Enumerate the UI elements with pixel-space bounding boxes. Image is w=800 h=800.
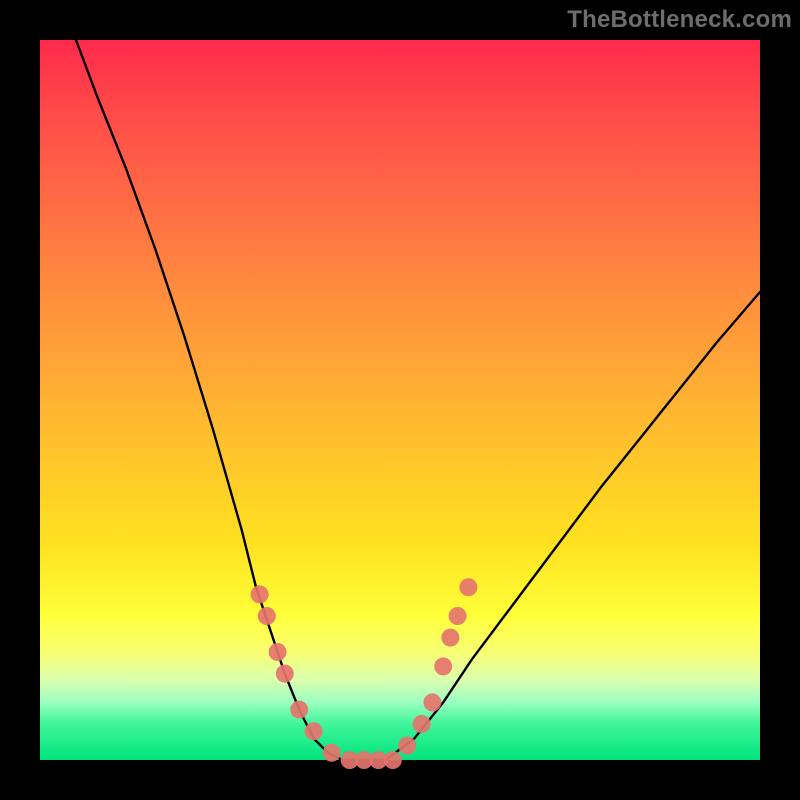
- highlight-dot: [434, 657, 452, 675]
- highlight-dot: [384, 751, 402, 769]
- highlight-dot: [276, 665, 294, 683]
- watermark-text: TheBottleneck.com: [567, 6, 792, 34]
- highlight-dot: [423, 693, 441, 711]
- highlight-dot: [441, 629, 459, 647]
- highlight-dot: [398, 737, 416, 755]
- highlight-dot: [258, 607, 276, 625]
- highlight-dot: [449, 607, 467, 625]
- chart-svg: [40, 40, 760, 760]
- highlight-dot: [413, 715, 431, 733]
- highlight-dot: [305, 722, 323, 740]
- highlight-dot: [323, 744, 341, 762]
- highlight-dots-group: [251, 578, 478, 769]
- chart-frame: TheBottleneck.com: [0, 0, 800, 800]
- highlight-dot: [251, 585, 269, 603]
- bottleneck-curve-path: [76, 40, 760, 760]
- highlight-dot: [290, 701, 308, 719]
- highlight-dot: [269, 643, 287, 661]
- highlight-dot: [459, 578, 477, 596]
